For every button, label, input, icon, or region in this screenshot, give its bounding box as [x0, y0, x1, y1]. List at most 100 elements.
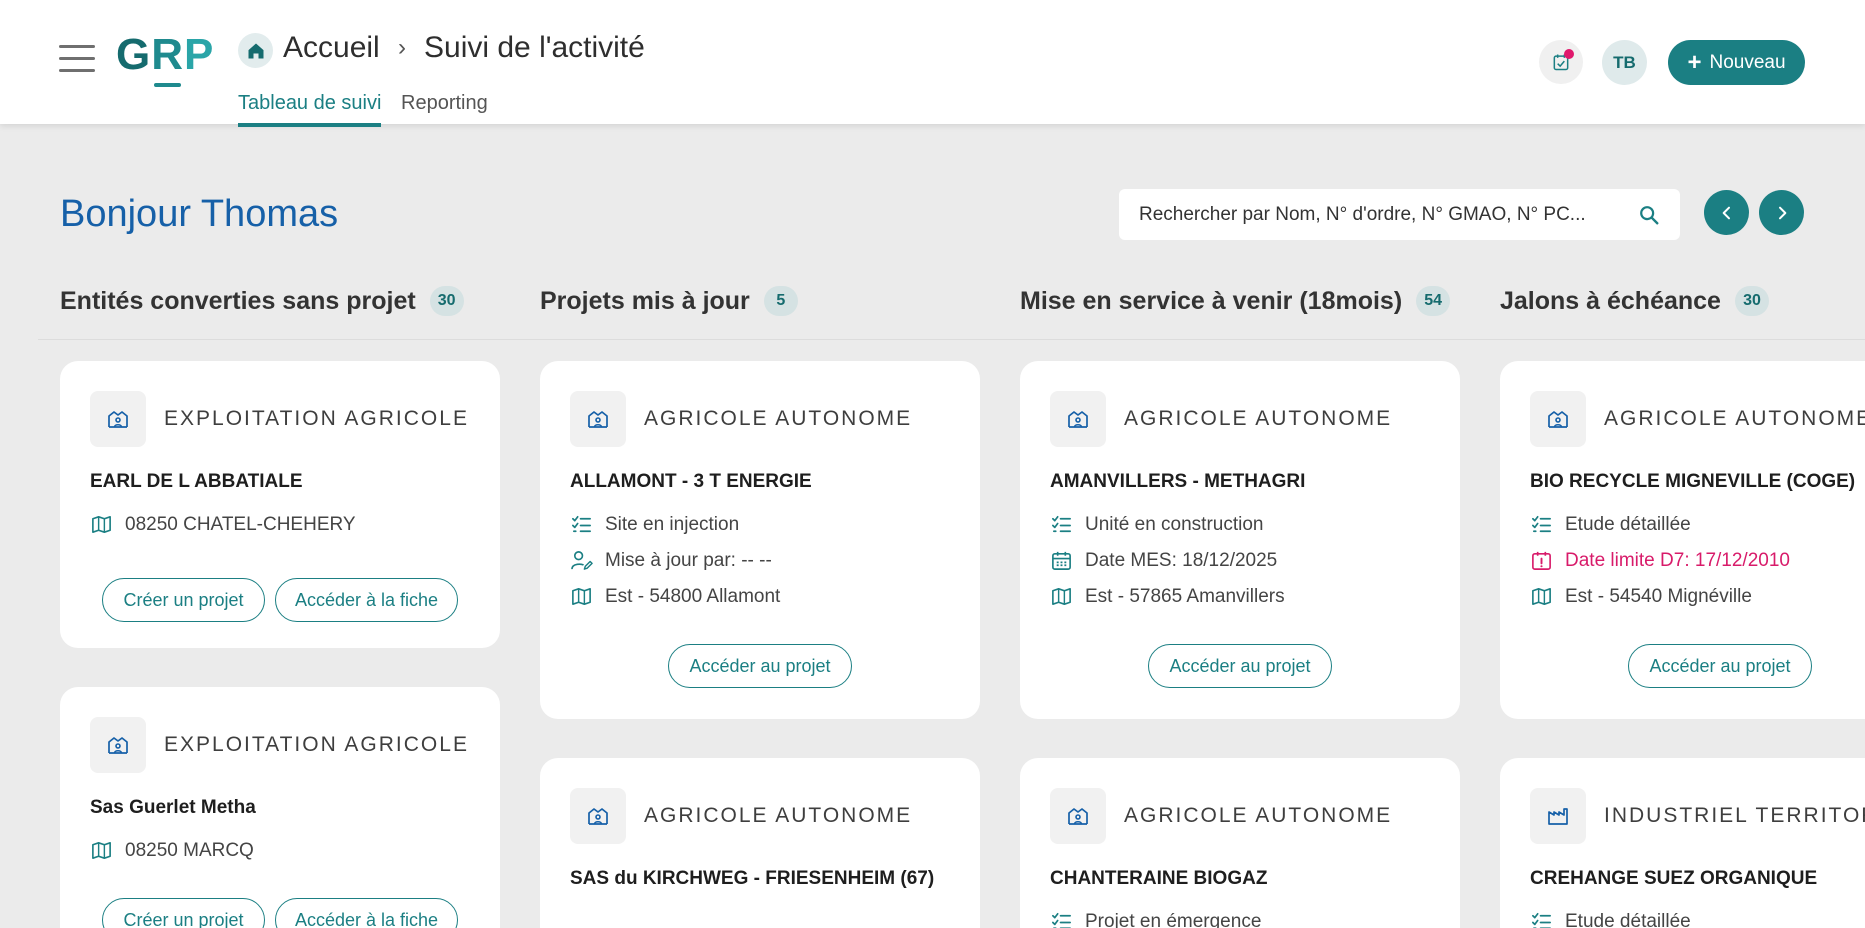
open-project-button[interactable]: Accéder au projet: [1628, 644, 1812, 688]
project-card[interactable]: AGRICOLE AUTONOME ALLAMONT - 3 T ENERGIE…: [540, 361, 980, 719]
count-badge: 30: [1734, 286, 1769, 316]
updated-by-row: Mise à jour par: -- --: [570, 549, 772, 572]
date-row: Date MES: 18/12/2025: [1050, 549, 1277, 572]
farm-icon: [90, 717, 146, 773]
entity-card[interactable]: EXPLOITATION AGRICOLE EARL DE L ABBATIAL…: [60, 361, 500, 648]
card-name: EARL DE L ABBATIALE: [90, 471, 303, 492]
location-row: 08250 MARCQ: [90, 839, 254, 862]
farm-icon: [1050, 391, 1106, 447]
search-placeholder[interactable]: Rechercher par Nom, N° d'ordre, N° GMAO,…: [1139, 204, 1638, 226]
card-type: EXPLOITATION AGRICOLE: [164, 407, 469, 430]
card-type: AGRICOLE AUTONOME: [644, 407, 913, 430]
deadline-row: Date limite D7: 17/12/2010: [1530, 549, 1790, 572]
status-text: Unité en construction: [1085, 513, 1264, 535]
card-name: Sas Guerlet Metha: [90, 797, 256, 818]
open-project-button[interactable]: Accéder au projet: [1148, 644, 1332, 688]
create-project-button[interactable]: Créer un projet: [102, 898, 265, 928]
checklist-icon: [1530, 910, 1553, 928]
checklist-icon: [1050, 910, 1073, 928]
location-text: Est - 57865 Amanvillers: [1085, 585, 1285, 607]
column-header-projets: Projets mis à jour 5: [540, 286, 798, 316]
chevron-left-icon: [1722, 206, 1730, 219]
farm-icon: [570, 788, 626, 844]
calendar-icon: [1050, 549, 1073, 572]
top-header: GRP Accueil › Suivi de l'activité Tablea…: [0, 0, 1865, 127]
project-card[interactable]: INDUSTRIEL TERRITORIAL CREHANGE SUEZ ORG…: [1500, 758, 1865, 928]
column-title: Entités converties sans projet: [60, 286, 416, 315]
column-title: Projets mis à jour: [540, 286, 750, 315]
location-text: Est - 54540 Mignéville: [1565, 585, 1752, 607]
open-sheet-button[interactable]: Accéder à la fiche: [275, 898, 458, 928]
count-badge: 54: [1416, 286, 1451, 316]
divider: [38, 339, 1865, 340]
deadline-text: Date limite D7: 17/12/2010: [1565, 549, 1790, 571]
card-type: INDUSTRIEL TERRITORIAL: [1604, 804, 1865, 827]
column-header-jalons: Jalons à échéance 30: [1500, 286, 1769, 316]
location-row: Est - 57865 Amanvillers: [1050, 585, 1285, 608]
tab-reporting[interactable]: Reporting: [401, 92, 488, 123]
home-icon[interactable]: [238, 33, 273, 68]
status-row: Unité en construction: [1050, 513, 1264, 536]
card-type: AGRICOLE AUTONOME: [1124, 804, 1393, 827]
project-card[interactable]: AGRICOLE AUTONOME CHANTERAINE BIOGAZ Pro…: [1020, 758, 1460, 928]
open-project-button[interactable]: Accéder au projet: [668, 644, 852, 688]
map-icon: [90, 513, 113, 536]
page-title: Suivi de l'activité: [424, 31, 645, 64]
card-name: BIO RECYCLE MIGNEVILLE (COGE): [1530, 471, 1856, 492]
breadcrumb-separator: ›: [398, 34, 406, 61]
new-button[interactable]: + Nouveau: [1668, 40, 1805, 85]
tab-tableau-de-suivi[interactable]: Tableau de suivi: [238, 92, 382, 127]
factory-icon: [1530, 788, 1586, 844]
notification-dot: [1564, 49, 1574, 59]
checklist-icon: [570, 513, 593, 536]
open-sheet-button[interactable]: Accéder à la fiche: [275, 578, 458, 622]
search-input[interactable]: Rechercher par Nom, N° d'ordre, N° GMAO,…: [1119, 189, 1680, 240]
map-icon: [90, 839, 113, 862]
entity-card[interactable]: EXPLOITATION AGRICOLE Sas Guerlet Metha …: [60, 687, 500, 928]
plus-icon: +: [1687, 48, 1702, 76]
project-card[interactable]: AGRICOLE AUTONOME SAS du KIRCHWEG - FRIE…: [540, 758, 980, 928]
project-card[interactable]: AGRICOLE AUTONOME BIO RECYCLE MIGNEVILLE…: [1500, 361, 1865, 719]
card-type: AGRICOLE AUTONOME: [1604, 407, 1865, 430]
location-row: Est - 54800 Allamont: [570, 585, 780, 608]
menu-icon[interactable]: [59, 45, 95, 73]
location-text: 08250 MARCQ: [125, 839, 254, 861]
project-card[interactable]: AGRICOLE AUTONOME AMANVILLERS - METHAGRI…: [1020, 361, 1460, 719]
search-icon[interactable]: [1638, 204, 1660, 226]
location-text: 08250 CHATEL-CHEHERY: [125, 513, 356, 535]
farm-icon: [1050, 788, 1106, 844]
next-button[interactable]: [1759, 190, 1804, 235]
calendar-alert-icon: [1530, 549, 1553, 572]
status-text: Etude détaillée: [1565, 910, 1691, 928]
location-text: Est - 54800 Allamont: [605, 585, 781, 607]
status-row: Site en injection: [570, 513, 739, 536]
tasks-notification-button[interactable]: [1539, 40, 1583, 84]
user-edit-icon: [570, 549, 593, 572]
farm-icon: [570, 391, 626, 447]
user-avatar[interactable]: TB: [1602, 40, 1647, 85]
grp-logo[interactable]: GRP: [116, 30, 214, 80]
chevron-right-icon: [1778, 206, 1786, 219]
date-text: Date MES: 18/12/2025: [1085, 549, 1278, 571]
checklist-icon: [1050, 513, 1073, 536]
column-header-entites: Entités converties sans projet 30: [60, 286, 464, 316]
location-row: Est - 54540 Mignéville: [1530, 585, 1752, 608]
card-name: AMANVILLERS - METHAGRI: [1050, 471, 1306, 492]
column-header-mise-en-service: Mise en service à venir (18mois) 54: [1020, 286, 1451, 316]
status-row: Etude détaillée: [1530, 513, 1691, 536]
map-icon: [1050, 585, 1073, 608]
map-icon: [570, 585, 593, 608]
card-name: SAS du KIRCHWEG - FRIESENHEIM (67): [570, 868, 935, 889]
card-type: AGRICOLE AUTONOME: [644, 804, 913, 827]
create-project-button[interactable]: Créer un projet: [102, 578, 265, 622]
new-button-label: Nouveau: [1709, 51, 1786, 73]
updated-by-text: Mise à jour par: -- --: [605, 549, 772, 571]
previous-button[interactable]: [1704, 190, 1749, 235]
status-text: Projet en émergence: [1085, 910, 1262, 928]
farm-icon: [90, 391, 146, 447]
checklist-icon: [1530, 513, 1553, 536]
card-type: AGRICOLE AUTONOME: [1124, 407, 1393, 430]
card-name: ALLAMONT - 3 T ENERGIE: [570, 471, 812, 492]
breadcrumb-home[interactable]: Accueil: [283, 31, 380, 65]
card-name: CREHANGE SUEZ ORGANIQUE: [1530, 868, 1818, 889]
